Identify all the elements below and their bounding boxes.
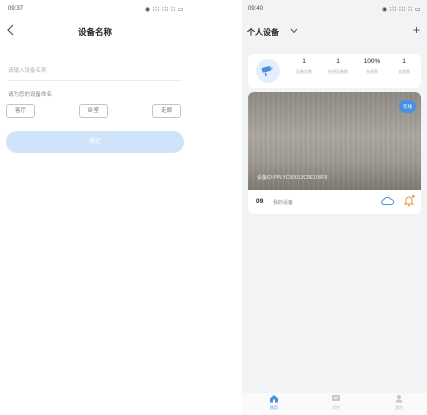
status-time: 09:37 [8,6,24,12]
status-icons: ◉ ⁝⁞⁝ ⁝⁞⁝ ⁞⁝ ▭ [381,7,421,13]
stat-value: 1 [402,58,406,65]
stats-card: 1 设备总数 1 在线设备数 100% 在线率 1 全部图 [248,54,421,88]
page-title: 设备名称 [77,27,112,37]
stat-label: 全部图 [398,69,410,74]
stat-total-images: 1 全部图 [387,58,421,75]
bell-icon[interactable] [403,194,415,207]
status-bar: 09:40 ◉ ⁝⁞⁝ ⁝⁞⁝ ⁞⁝ ▭ [242,0,427,18]
online-status-badge: 在线 [399,100,416,113]
bottom-tab-bar: 首页 消息 我的 [242,393,427,415]
home-icon [270,395,278,403]
status-icons: ◉ ⁝⁞⁝ ⁝⁞⁝ ⁞⁝ ▭ [144,7,184,13]
stat-value: 1 [336,58,340,65]
message-icon [332,395,340,401]
chip-living-room[interactable]: 客厅 [6,104,35,118]
tab-label: 我的 [395,405,403,410]
stat-label: 设备总数 [296,69,312,74]
chip-hallway[interactable]: 走廊 [152,104,181,118]
stat-online-devices: 1 在线设备数 [321,58,355,75]
tab-label: 首页 [270,405,278,410]
stat-total-devices: 1 设备总数 [287,58,321,75]
camera-icon [256,59,280,83]
stat-value: 100% [363,58,381,65]
device-name-input[interactable]: 请输入设备名称 [8,66,47,74]
device-list-screen: 09:40 ◉ ⁝⁞⁝ ⁝⁞⁝ ⁞⁝ ▭ 个人设备 + 1 设备总数 1 在线设… [242,0,427,415]
stat-label: 在线设备数 [328,69,348,74]
device-card[interactable]: 在线 设备ID:PPLYC90013C9E109F8 09 我的设备 [248,92,421,214]
status-time: 09:40 [248,6,264,12]
status-bar: 09:37 ◉ ⁝⁞⁝ ⁝⁞⁝ ⁞⁝ ▭ [0,0,190,18]
device-preview-image[interactable]: 在线 设备ID:PPLYC90013C9E109F8 [248,92,421,190]
stat-label: 在线率 [366,69,378,74]
cloud-icon[interactable] [380,195,394,206]
chip-bedroom[interactable]: 卧室 [79,104,108,118]
name-suggestion-label: 请为您的设备命名 [8,92,53,98]
input-divider [8,80,182,81]
stat-online-rate: 100% 在线率 [355,58,389,75]
device-group-title[interactable]: 个人设备 [247,27,279,38]
user-icon [395,395,403,403]
confirm-button[interactable]: 确定 [6,131,184,153]
device-id-label: 设备ID:PPLYC90013C9E109F8 [257,175,328,181]
device-number: 09 [256,198,264,205]
stat-value: 1 [302,58,306,65]
device-name: 我的设备 [273,200,294,206]
device-name-screen: 09:37 ◉ ⁝⁞⁝ ⁝⁞⁝ ⁞⁝ ▭ 设备名称 请输入设备名称 请为您的设备… [0,0,190,415]
add-device-button[interactable]: + [413,23,420,37]
tab-home[interactable]: 首页 [262,394,286,411]
chevron-down-icon[interactable] [290,28,298,34]
tab-messages[interactable]: 消息 [324,394,348,411]
tab-profile[interactable]: 我的 [387,394,411,411]
tab-label: 消息 [332,405,340,410]
